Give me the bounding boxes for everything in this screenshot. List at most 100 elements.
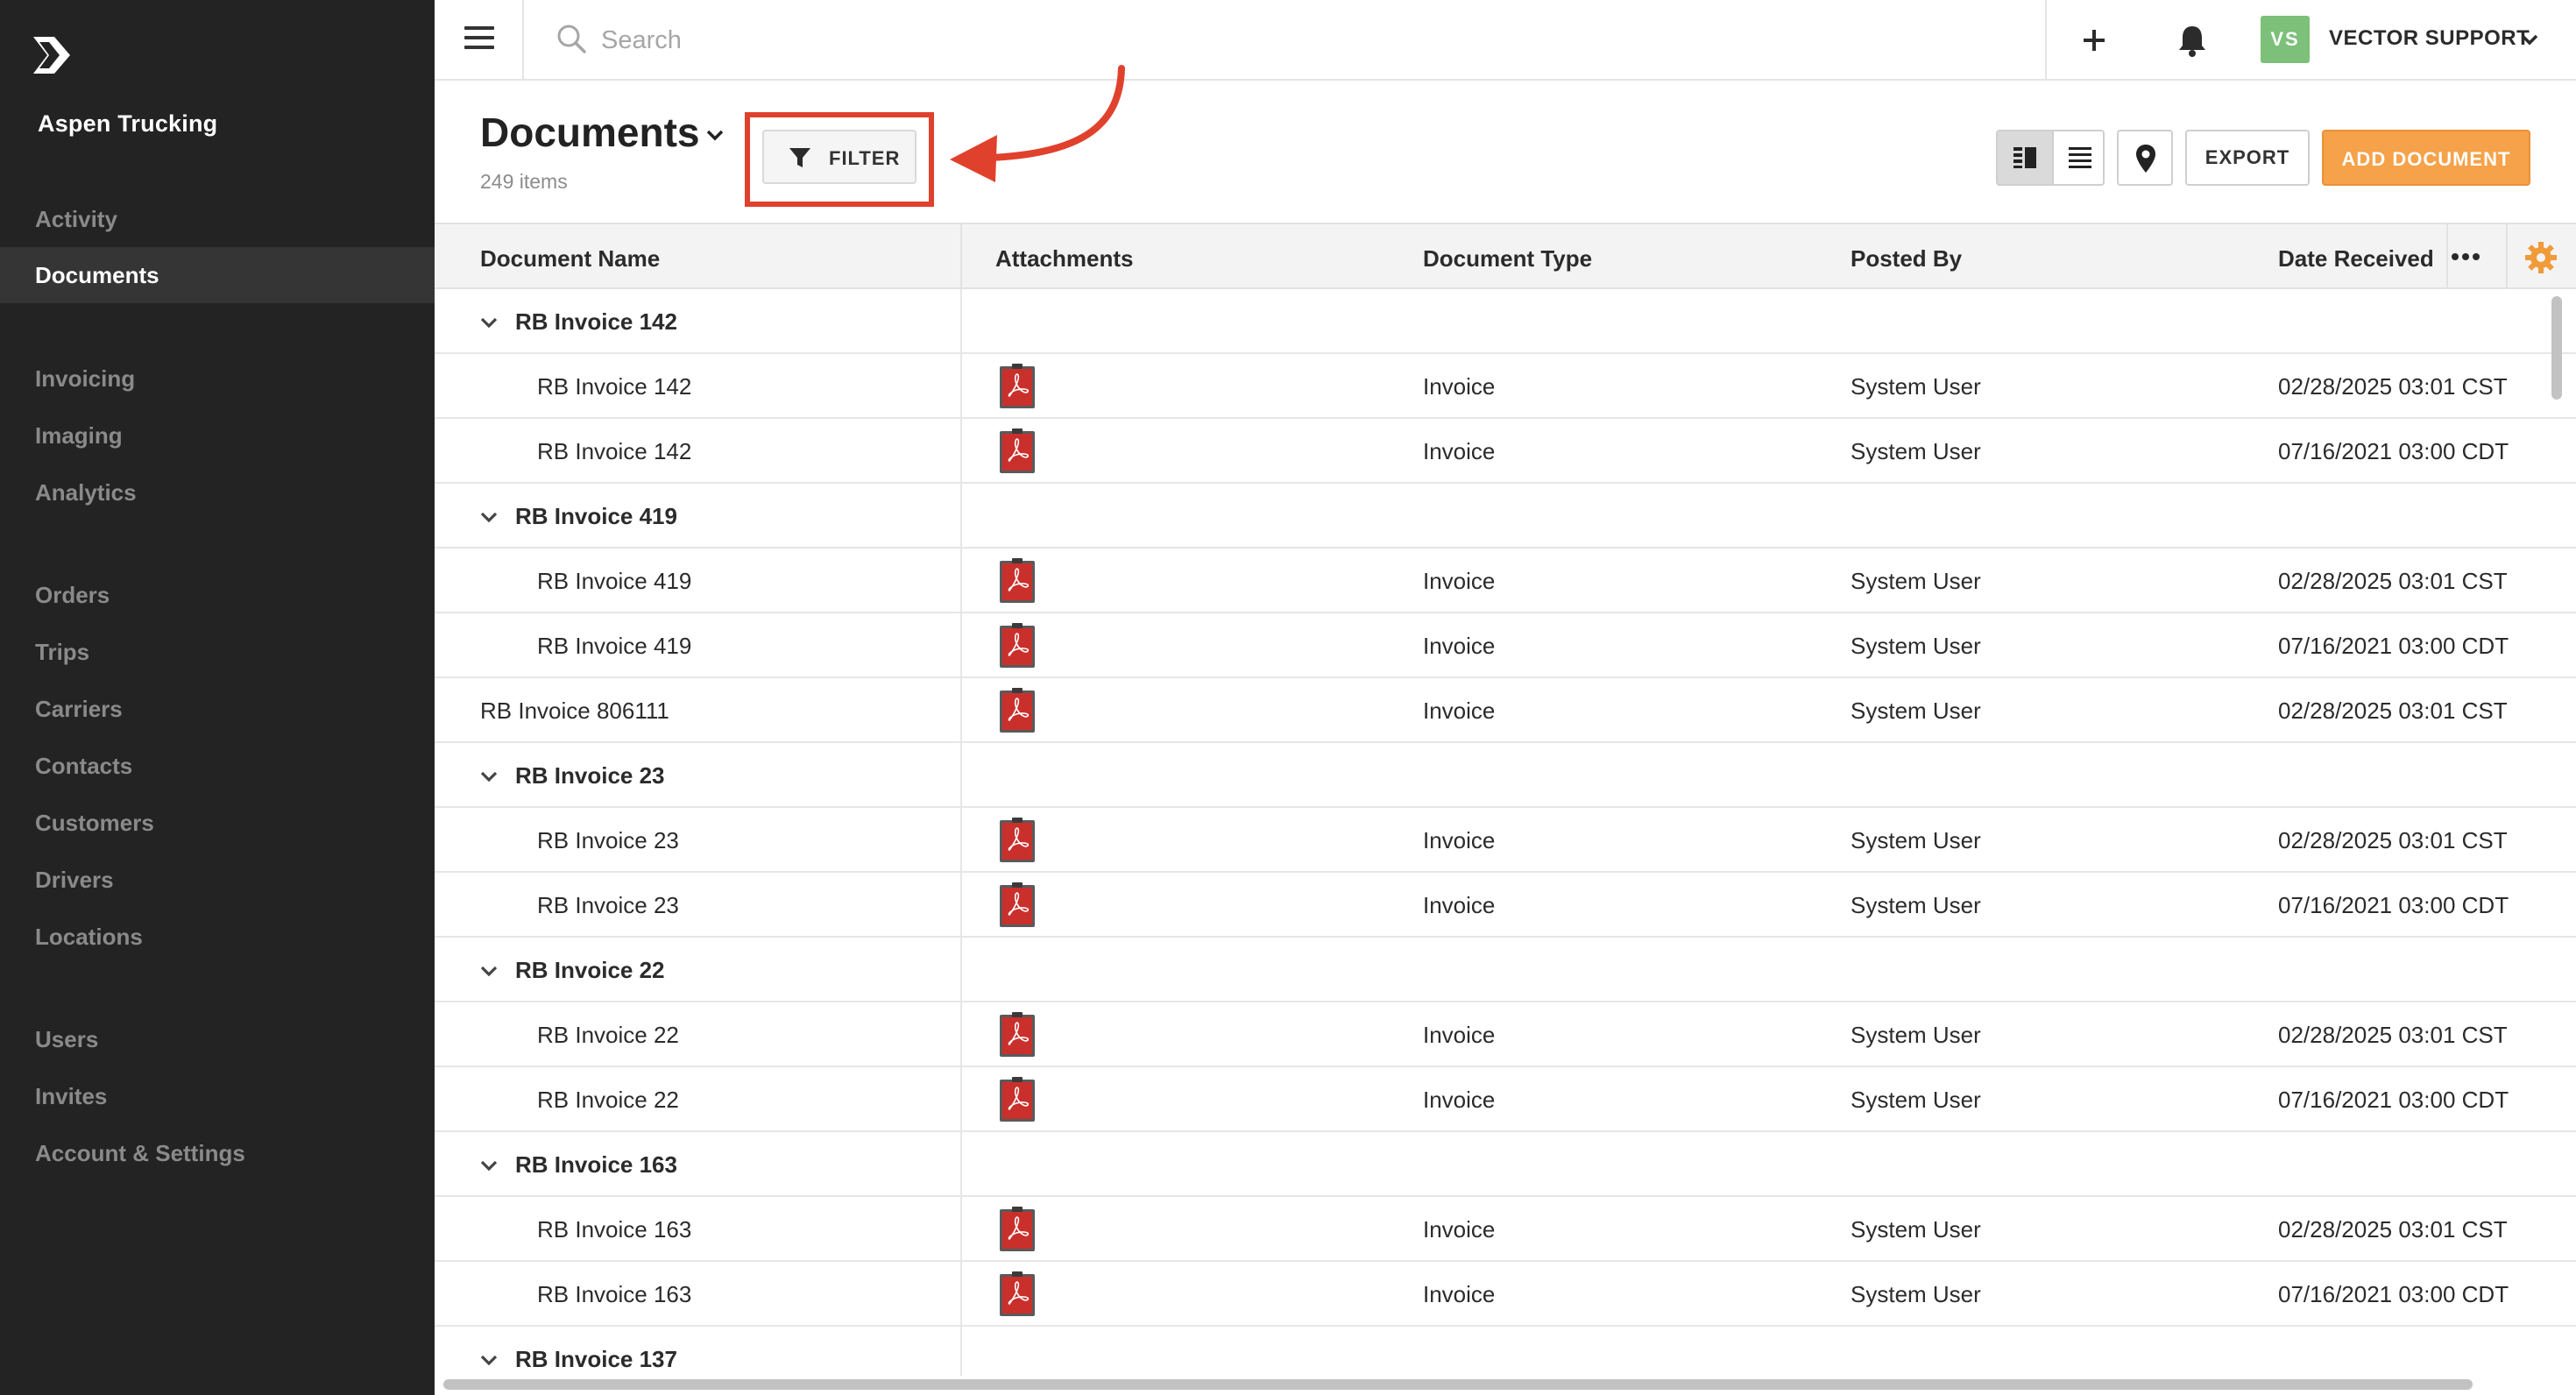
document-name[interactable]: RB Invoice 142 — [537, 438, 691, 465]
chevron-down-icon[interactable] — [2518, 28, 2541, 51]
pdf-attachment-icon[interactable] — [999, 1271, 1036, 1318]
document-name[interactable]: RB Invoice 137 — [515, 1346, 677, 1373]
group-row[interactable]: RB Invoice 137 — [435, 1327, 2576, 1376]
date-received: 07/16/2021 03:00 CDT — [2278, 633, 2509, 659]
document-name[interactable]: RB Invoice 163 — [537, 1216, 691, 1243]
filter-button[interactable]: FILTER — [762, 130, 916, 184]
user-name[interactable]: VECTOR SUPPORT — [2329, 26, 2530, 51]
pdf-attachment-icon[interactable] — [999, 817, 1036, 864]
document-type: Invoice — [1423, 1281, 1496, 1307]
group-row[interactable]: RB Invoice 23 — [435, 743, 2576, 808]
table-row[interactable]: RB Invoice 163 Invoice System User 07/16/20… — [435, 1262, 2576, 1327]
document-name[interactable]: RB Invoice 419 — [537, 568, 691, 595]
document-name[interactable]: RB Invoice 419 — [515, 503, 677, 530]
sidebar-item-users[interactable]: Users — [0, 1011, 435, 1067]
document-name[interactable]: RB Invoice 23 — [537, 892, 679, 919]
document-name[interactable]: RB Invoice 22 — [515, 957, 665, 984]
group-row[interactable]: RB Invoice 142 — [435, 289, 2576, 354]
date-received: 02/28/2025 03:01 CST — [2278, 1216, 2508, 1243]
pdf-attachment-icon[interactable] — [999, 1206, 1036, 1253]
column-header-document-name[interactable]: Document Name — [480, 245, 660, 273]
pdf-attachment-icon[interactable] — [999, 882, 1036, 929]
table-row[interactable]: RB Invoice 22 Invoice System User 02/28/202… — [435, 1002, 2576, 1067]
pdf-attachment-icon[interactable] — [999, 1076, 1036, 1123]
posted-by: System User — [1851, 892, 1981, 918]
sidebar-item-account-settings[interactable]: Account & Settings — [0, 1125, 435, 1181]
plus-icon[interactable] — [2075, 21, 2113, 60]
chevron-down-icon[interactable] — [478, 1349, 499, 1370]
map-view-button[interactable] — [2117, 130, 2173, 186]
chevron-down-icon[interactable] — [478, 766, 499, 787]
bell-icon[interactable] — [2173, 21, 2212, 60]
pdf-attachment-icon[interactable] — [999, 557, 1036, 605]
table-row[interactable]: RB Invoice 806111 Invoice System User 02/28… — [435, 678, 2576, 743]
sidebar-item-imaging[interactable]: Imaging — [0, 407, 435, 464]
table-row[interactable]: RB Invoice 419 Invoice System User 07/16/20… — [435, 613, 2576, 678]
sidebar-item-documents[interactable]: Documents — [0, 247, 435, 303]
avatar[interactable]: VS — [2261, 16, 2310, 63]
sidebar-item-carriers[interactable]: Carriers — [0, 681, 435, 737]
document-name[interactable]: RB Invoice 419 — [537, 633, 691, 660]
list-view-button[interactable] — [2052, 131, 2103, 184]
pdf-attachment-icon[interactable] — [999, 428, 1036, 475]
sidebar-item-activity[interactable]: Activity — [0, 191, 435, 247]
chevron-down-icon[interactable] — [478, 960, 499, 981]
annotation-arrow-icon — [950, 65, 1125, 182]
document-name[interactable]: RB Invoice 142 — [515, 308, 677, 336]
table-row[interactable]: RB Invoice 163 Invoice System User 02/28/20… — [435, 1197, 2576, 1262]
chevron-down-icon[interactable] — [478, 312, 499, 333]
sidebar-item-locations[interactable]: Locations — [0, 909, 435, 965]
view-toggle — [1996, 130, 2105, 186]
document-type: Invoice — [1423, 373, 1496, 400]
sidebar-item-customers[interactable]: Customers — [0, 795, 435, 851]
column-separator[interactable] — [960, 224, 962, 287]
add-document-button[interactable]: ADD DOCUMENT — [2322, 130, 2530, 186]
chevron-down-icon[interactable] — [478, 506, 499, 528]
column-header-posted-by[interactable]: Posted By — [1851, 245, 1962, 273]
table-row[interactable]: RB Invoice 23 Invoice System User 02/28/202… — [435, 808, 2576, 873]
gear-icon[interactable] — [2523, 240, 2558, 275]
page-title[interactable]: Documents — [480, 109, 699, 156]
sidebar-item-contacts[interactable]: Contacts — [0, 738, 435, 794]
table-row[interactable]: RB Invoice 23 Invoice System User 07/16/202… — [435, 873, 2576, 938]
group-row[interactable]: RB Invoice 22 — [435, 938, 2576, 1002]
chevron-down-icon[interactable] — [478, 1155, 499, 1176]
vertical-scrollbar[interactable] — [2551, 296, 2562, 400]
document-name[interactable]: RB Invoice 23 — [537, 827, 679, 854]
pdf-attachment-icon[interactable] — [999, 622, 1036, 669]
document-name[interactable]: RB Invoice 22 — [537, 1087, 679, 1114]
menu-icon[interactable] — [464, 26, 494, 53]
sidebar-item-analytics[interactable]: Analytics — [0, 464, 435, 520]
table-row[interactable]: RB Invoice 142 Invoice System User 07/16/20… — [435, 419, 2576, 484]
document-name[interactable]: RB Invoice 22 — [537, 1022, 679, 1049]
sidebar-item-drivers[interactable]: Drivers — [0, 852, 435, 908]
table-row[interactable]: RB Invoice 142 Invoice System User 02/28/20… — [435, 354, 2576, 419]
document-name[interactable]: RB Invoice 806111 — [480, 698, 669, 725]
sidebar-item-orders[interactable]: Orders — [0, 567, 435, 623]
horizontal-scrollbar[interactable] — [443, 1379, 2473, 1390]
document-name[interactable]: RB Invoice 163 — [515, 1151, 677, 1179]
column-header-document-type[interactable]: Document Type — [1423, 245, 1592, 273]
table-row[interactable]: RB Invoice 22 Invoice System User 07/16/202… — [435, 1067, 2576, 1132]
more-options-icon[interactable] — [2446, 242, 2485, 272]
document-name[interactable]: RB Invoice 163 — [537, 1281, 691, 1308]
pdf-attachment-icon[interactable] — [999, 1011, 1036, 1059]
group-row[interactable]: RB Invoice 419 — [435, 484, 2576, 549]
document-name[interactable]: RB Invoice 23 — [515, 762, 665, 790]
sidebar-item-trips[interactable]: Trips — [0, 624, 435, 680]
table-row[interactable]: RB Invoice 419 Invoice System User 02/28/20… — [435, 549, 2576, 613]
split-view-button[interactable] — [1998, 131, 2052, 184]
sidebar-item-invoicing[interactable]: Invoicing — [0, 351, 435, 407]
document-name[interactable]: RB Invoice 142 — [537, 373, 691, 400]
export-button[interactable]: EXPORT — [2185, 130, 2310, 186]
posted-by: System User — [1851, 568, 1981, 594]
pdf-attachment-icon[interactable] — [999, 687, 1036, 734]
vector-logo-icon[interactable] — [32, 35, 72, 75]
sidebar-item-invites[interactable]: Invites — [0, 1068, 435, 1124]
column-header-date-received[interactable]: Date Received — [2278, 245, 2434, 273]
column-header-attachments[interactable]: Attachments — [995, 245, 1133, 273]
chevron-down-icon[interactable] — [704, 124, 725, 145]
group-row[interactable]: RB Invoice 163 — [435, 1132, 2576, 1197]
search-input[interactable] — [601, 18, 1302, 63]
pdf-attachment-icon[interactable] — [999, 363, 1036, 410]
